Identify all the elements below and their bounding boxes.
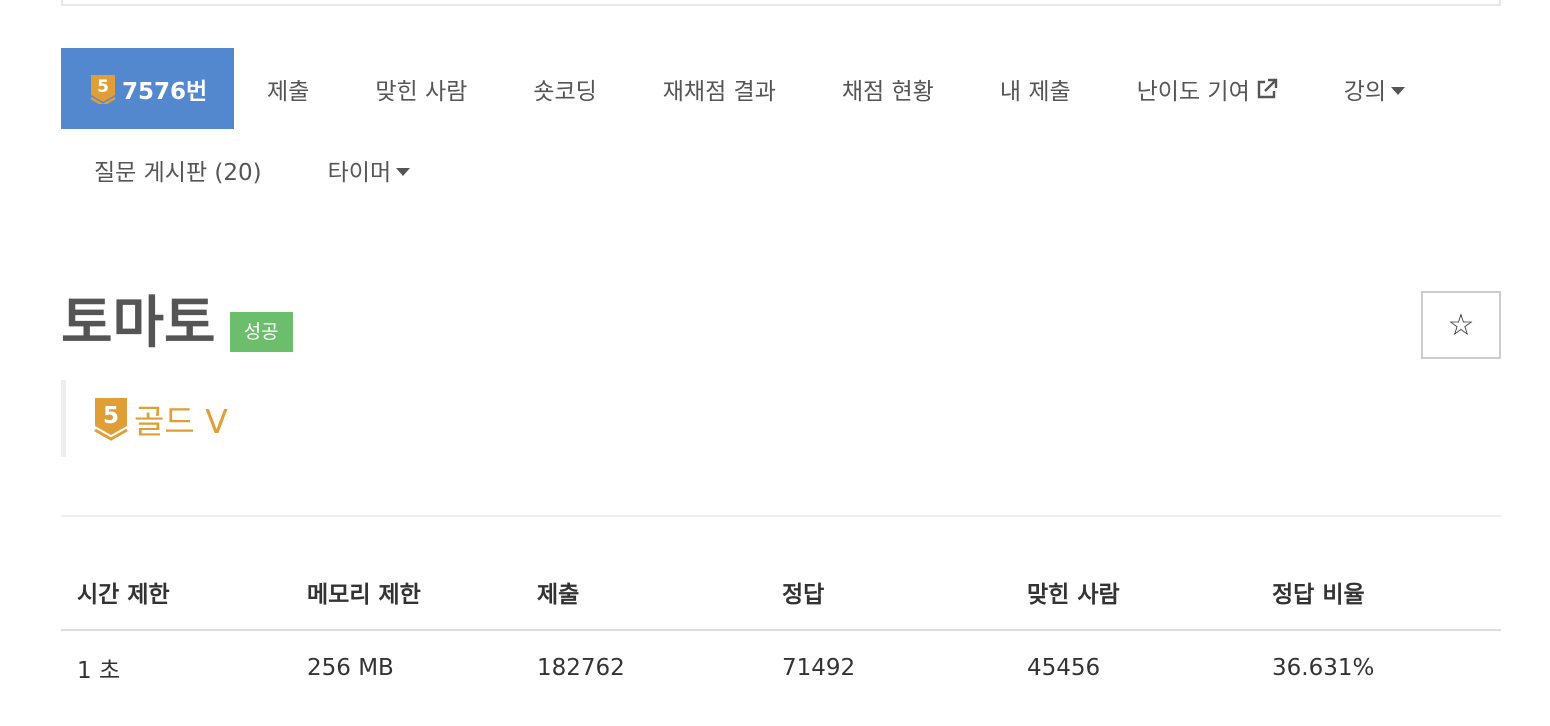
cell-solved-users: 45456 <box>1027 655 1101 681</box>
tier-digit: 5 <box>103 403 119 429</box>
tab-submit[interactable]: 제출 <box>234 48 342 129</box>
cell-memory-limit: 256 MB <box>307 655 394 681</box>
tab-submit-label: 제출 <box>267 78 310 105</box>
tab-timer-dropdown[interactable]: 타이머 <box>295 129 443 210</box>
tab-rejudge-results[interactable]: 재채점 결과 <box>630 48 809 129</box>
tab-lectures-dropdown[interactable]: 강의 <box>1311 48 1438 129</box>
header-solved-users: 맞힌 사람 <box>1011 555 1256 631</box>
cell-accept-ratio: 36.631% <box>1272 655 1375 681</box>
problem-number: 7576번 <box>122 78 208 105</box>
tab-question-board-label: 질문 게시판 (20) <box>94 159 262 186</box>
status-badge: 성공 <box>229 311 293 353</box>
top-panel-edge <box>61 0 1501 6</box>
tab-difficulty-contribution-label: 난이도 기여 <box>1136 78 1250 105</box>
favorite-star-button[interactable]: ☆ <box>1421 291 1501 359</box>
tab-problem[interactable]: 5 7576번 <box>61 48 234 129</box>
problem-nav-row-2: 질문 게시판 (20) 타이머 <box>61 129 1501 210</box>
tab-judge-status[interactable]: 채점 현황 <box>809 48 967 129</box>
cell-submissions: 182762 <box>537 655 625 681</box>
tab-my-submissions[interactable]: 내 제출 <box>967 48 1104 129</box>
caret-down-icon <box>1391 86 1406 95</box>
header-submissions: 제출 <box>521 555 766 631</box>
tier-blockquote: 5 골드 V <box>61 380 228 457</box>
tier-name[interactable]: 골드 V <box>134 395 228 443</box>
tab-judge-status-label: 채점 현황 <box>841 78 934 105</box>
header-accepted: 정답 <box>766 555 1011 631</box>
gold-tier-icon: 5 <box>94 397 128 441</box>
problem-nav-row-1: 5 7576번 제출 맞힌 사람 숏코딩 재채점 결과 채점 현황 내 제출 난… <box>61 48 1501 129</box>
cell-accepted: 71492 <box>782 655 856 681</box>
header-memory-limit: 메모리 제한 <box>291 555 521 631</box>
gold-tier-icon: 5 <box>90 74 116 104</box>
tab-short-coding[interactable]: 숏코딩 <box>500 48 629 129</box>
tab-difficulty-contribution[interactable]: 난이도 기여 <box>1104 48 1311 129</box>
problem-header: 토마토 성공 <box>61 291 293 356</box>
problem-nav: 5 7576번 제출 맞힌 사람 숏코딩 재채점 결과 채점 현황 내 제출 난… <box>61 48 1501 210</box>
cell-time-limit: 1 초 <box>77 658 121 684</box>
table-row: 1 초 256 MB 182762 71492 45456 36.631% <box>61 630 1501 705</box>
table-header-row: 시간 제한 메모리 제한 제출 정답 맞힌 사람 정답 비율 <box>61 555 1501 631</box>
tab-timer-label: 타이머 <box>327 159 392 186</box>
section-divider <box>61 515 1501 517</box>
problem-info-table: 시간 제한 메모리 제한 제출 정답 맞힌 사람 정답 비율 1 초 256 M… <box>61 555 1501 705</box>
header-time-limit: 시간 제한 <box>61 555 291 631</box>
tab-short-coding-label: 숏코딩 <box>533 78 597 105</box>
caret-down-icon <box>396 167 411 176</box>
header-accept-ratio: 정답 비율 <box>1256 555 1501 631</box>
star-icon: ☆ <box>1447 308 1475 342</box>
tab-my-submissions-label: 내 제출 <box>999 78 1071 105</box>
tab-lectures-label: 강의 <box>1343 78 1387 105</box>
tier-digit: 5 <box>97 77 109 97</box>
external-link-icon <box>1256 78 1278 100</box>
tab-solved-users-label: 맞힌 사람 <box>375 78 468 105</box>
tab-solved-users[interactable]: 맞힌 사람 <box>342 48 500 129</box>
tab-rejudge-results-label: 재채점 결과 <box>662 78 776 105</box>
problem-title: 토마토 <box>61 291 216 356</box>
tab-question-board[interactable]: 질문 게시판 (20) <box>61 129 295 210</box>
